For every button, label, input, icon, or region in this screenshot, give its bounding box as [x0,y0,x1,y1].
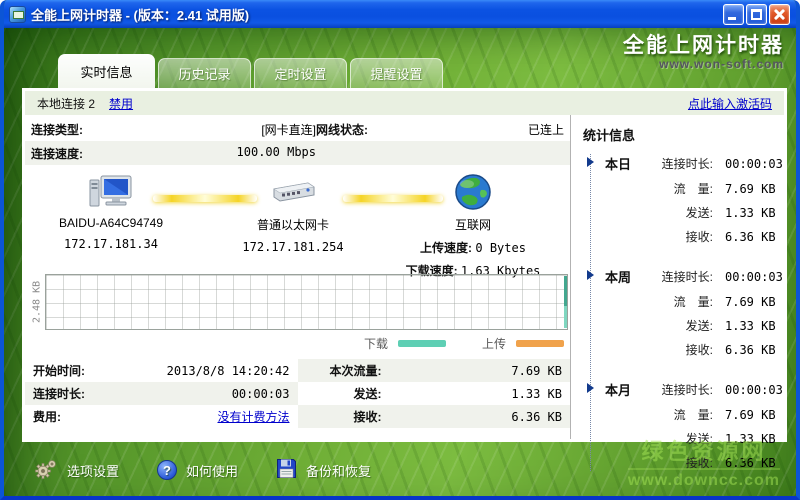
legend-upload-label: 上传 [482,335,506,352]
brand-block: 全能上网计时器 www.won-soft.com [623,34,784,72]
realtime-main: 连接类型: [网卡直连] 网线状态: 已连上 连接速度: 100.00 Mbps [25,115,570,439]
statistics-sidebar: 统计信息 本日 连接时长: 00:00:03 流 量: 7.69 KB 发送: [570,115,784,439]
legend-download-label: 下载 [364,335,388,352]
tab-history[interactable]: 历史记录 [158,58,251,88]
sent-row: 发送: 1.33 KB [298,382,571,405]
sent-value: 1.33 KB [382,387,563,401]
legend-upload-swatch [516,340,564,347]
legend-download-swatch [398,340,446,347]
tab-schedule-settings[interactable]: 定时设置 [254,58,347,88]
upload-speed-label: 上传速度: [420,241,472,255]
content-panel: 本地连接 2 禁用 点此输入激活码 连接类型: [网卡直连] 网线状态: 已连上 [22,88,787,442]
connection-type-row: 连接类型: [网卡直连] 网线状态: 已连上 [25,117,570,141]
title-bar[interactable]: 全能上网计时器 - (版本：2.41 试用版) [4,0,796,28]
close-button[interactable] [769,4,790,25]
connection-name: 本地连接 2 [37,95,95,112]
group-name: 本日 [605,154,639,173]
start-time-value: 2013/8/8 14:20:42 [119,364,290,378]
activation-code-link[interactable]: 点此输入激活码 [688,95,772,112]
how-to-use-label: 如何使用 [186,461,238,480]
connection-type-label: 连接类型: [31,121,121,138]
duration-row: 连接时长: 00:00:03 [25,382,298,405]
statistics-tree: 本日 连接时长: 00:00:03 流 量: 7.69 KB 发送: 1.33 … [590,154,776,471]
start-time-row: 开始时间: 2013/8/8 14:20:42 [25,359,298,382]
tree-arrow-icon[interactable] [587,270,594,280]
graph-ymax-label: 2.48 KB [29,274,45,330]
cable-status-label: 网线状态: [316,121,406,138]
connection-type-value: [网卡直连] [121,121,316,138]
adapter-name: 普通以太网卡 [223,216,363,233]
maximize-icon [751,9,762,20]
app-background: 全能上网计时器 www.won-soft.com 实时信息 历史记录 定时设置 … [4,28,796,496]
brand-website: www.won-soft.com [623,58,784,72]
app-window: 全能上网计时器 - (版本：2.41 试用版) 全能上网计时器 www.won-… [0,0,800,500]
received-row: 接收: 6.36 KB [298,405,571,428]
tab-reminder-settings[interactable]: 提醒设置 [350,58,443,88]
maximize-button[interactable] [746,4,767,25]
globe-icon [385,171,561,213]
internet-node: 互联网 上传速度: 0 Bytes 下载速度: 1.63 Kbytes [385,171,561,279]
computer-icon [41,171,181,213]
backup-restore-label: 备份和恢复 [306,461,371,480]
graph-plot-area [45,274,568,330]
options-settings-button[interactable]: 选项设置 [34,458,119,483]
network-diagram: BAIDU-A64C94749 172.17.181.34 [25,169,570,271]
gear-icon [34,458,58,483]
upload-speed-value: 0 Bytes [475,241,526,255]
tree-arrow-icon[interactable] [587,157,594,167]
computer-node: BAIDU-A64C94749 172.17.181.34 [41,171,181,251]
minimize-icon [728,17,736,20]
adapter-node: 普通以太网卡 172.17.181.254 [223,171,363,254]
tab-bar: 实时信息 历史记录 定时设置 提醒设置 [58,54,443,88]
session-info: 开始时间: 2013/8/8 14:20:42 连接时长: 00:00:03 费… [25,359,570,428]
cable-status-value: 已连上 [406,121,564,138]
graph-legend: 下载 上传 [25,330,570,355]
statistics-title: 统计信息 [583,125,776,144]
help-icon: ? [157,460,177,480]
connection-bar: 本地连接 2 禁用 点此输入激活码 [25,91,784,115]
connection-speed-value: 100.00 Mbps [121,145,316,162]
tab-realtime-info[interactable]: 实时信息 [58,54,155,88]
connection-speed-row: 连接速度: 100.00 Mbps [25,141,570,165]
group-name: 本周 [605,267,639,286]
ethernet-adapter-icon [223,171,363,213]
disable-link[interactable]: 禁用 [109,95,133,112]
fee-row: 费用: 没有计费方法 [25,405,298,428]
adapter-ip: 172.17.181.254 [223,240,363,254]
window-title: 全能上网计时器 - (版本：2.41 试用版) [31,5,723,24]
bottom-toolbar: 选项设置 ? 如何使用 备份和恢复 [4,444,796,496]
computer-name: BAIDU-A64C94749 [41,216,181,230]
brand-name: 全能上网计时器 [623,34,784,58]
received-value: 6.36 KB [382,410,563,424]
billing-method-link[interactable]: 没有计费方法 [217,410,289,424]
total-traffic-row: 本次流量: 7.69 KB [298,359,571,382]
internet-name: 互联网 [385,216,561,233]
connection-speed-label: 连接速度: [31,145,121,162]
computer-ip: 172.17.181.34 [41,237,181,251]
upload-speed-row: 上传速度: 0 Bytes [385,239,561,256]
floppy-disk-icon [276,458,297,482]
stats-group-week: 本周 连接时长: 00:00:03 流 量: 7.69 KB 发送: 1.33 … [591,267,776,358]
options-settings-label: 选项设置 [67,461,119,480]
group-name: 本月 [605,380,639,399]
how-to-use-button[interactable]: ? 如何使用 [157,460,238,480]
traffic-graph: 2.48 KB [25,274,570,330]
total-traffic-value: 7.69 KB [382,364,563,378]
backup-restore-button[interactable]: 备份和恢复 [276,458,371,482]
duration-value: 00:00:03 [119,387,290,401]
download-spike [564,276,567,328]
minimize-button[interactable] [723,4,744,25]
tree-arrow-icon[interactable] [587,383,594,393]
stats-group-today: 本日 连接时长: 00:00:03 流 量: 7.69 KB 发送: 1.33 … [591,154,776,245]
app-icon[interactable] [9,6,26,23]
